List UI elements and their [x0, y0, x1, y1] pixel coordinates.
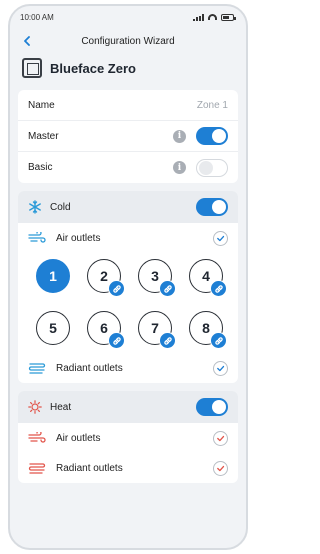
heat-label: Heat — [50, 401, 72, 413]
cold-header: Cold — [18, 191, 238, 223]
zone-grid: 1 2 3 4 5 6 7 8 — [18, 253, 238, 353]
status-icons — [193, 13, 236, 21]
radiant-outlet-icon — [28, 463, 46, 474]
zone-button[interactable]: 3 — [138, 259, 176, 297]
info-icon[interactable]: i — [173, 161, 186, 174]
link-icon — [159, 332, 176, 349]
phone-frame: 10:00 AM Configuration Wizard Blueface Z… — [8, 4, 248, 550]
zone-button[interactable]: 6 — [87, 311, 125, 349]
link-icon — [108, 332, 125, 349]
basic-toggle[interactable] — [196, 158, 228, 177]
basic-row: Basic i — [18, 152, 238, 183]
battery-icon — [221, 13, 236, 21]
status-time: 10:00 AM — [20, 12, 54, 22]
heat-header: Heat — [18, 391, 238, 423]
name-label: Name — [28, 99, 55, 111]
check-icon — [217, 465, 225, 471]
nav-bar: Configuration Wizard — [10, 28, 246, 54]
zone-button[interactable]: 2 — [87, 259, 125, 297]
master-toggle[interactable] — [196, 127, 228, 145]
page-title: Configuration Wizard — [81, 35, 175, 47]
radiant-outlet-icon — [28, 363, 46, 374]
air-outlet-icon — [28, 432, 46, 443]
cold-radiant-check[interactable] — [213, 360, 228, 376]
heat-radiant-outlets-row[interactable]: Radiant outlets — [18, 453, 238, 483]
check-icon — [217, 235, 225, 241]
back-button[interactable] — [18, 32, 36, 50]
signal-icon — [193, 13, 204, 21]
zone-button[interactable]: 1 — [36, 259, 70, 293]
device-icon — [22, 58, 42, 78]
heat-toggle[interactable] — [196, 398, 228, 416]
cold-air-check[interactable] — [213, 230, 228, 246]
cold-toggle[interactable] — [196, 198, 228, 216]
device-name: Blueface Zero — [50, 60, 136, 76]
snowflake-icon — [29, 200, 41, 214]
air-outlets-label: Air outlets — [56, 232, 101, 244]
air-outlet-icon — [28, 232, 46, 243]
heat-air-check[interactable] — [213, 430, 228, 446]
master-label: Master — [28, 130, 59, 142]
heat-air-outlets-row[interactable]: Air outlets — [18, 423, 238, 453]
zone-button[interactable]: 7 — [138, 311, 176, 349]
name-value: Zone 1 — [196, 99, 228, 111]
settings-card: Name Zone 1 Master i Basic i — [18, 90, 238, 183]
link-icon — [159, 280, 176, 297]
zone-button[interactable]: 5 — [36, 311, 70, 345]
cold-radiant-outlets-row[interactable]: Radiant outlets — [18, 353, 238, 383]
check-icon — [217, 435, 225, 441]
link-icon — [210, 332, 227, 349]
back-chevron-icon — [24, 36, 30, 46]
zone-button[interactable]: 8 — [189, 311, 227, 349]
cold-card: Cold Air outlets 1 2 3 4 5 6 7 8 Radiant… — [18, 191, 238, 383]
sun-icon — [28, 400, 42, 414]
wifi-icon — [208, 14, 217, 20]
check-icon — [217, 365, 225, 371]
status-bar: 10:00 AM — [10, 6, 246, 28]
link-icon — [210, 280, 227, 297]
master-row: Master i — [18, 121, 238, 152]
heat-radiant-check[interactable] — [213, 460, 228, 476]
info-icon[interactable]: i — [173, 129, 186, 143]
heat-card: Heat Air outlets Radiant outlets — [18, 391, 238, 483]
radiant-outlets-label: Radiant outlets — [56, 462, 123, 474]
link-icon — [108, 280, 125, 297]
name-row[interactable]: Name Zone 1 — [18, 90, 238, 121]
cold-air-outlets-row[interactable]: Air outlets — [18, 223, 238, 253]
basic-label: Basic — [28, 162, 53, 173]
radiant-outlets-label: Radiant outlets — [56, 362, 123, 374]
zone-button[interactable]: 4 — [189, 259, 227, 297]
air-outlets-label: Air outlets — [56, 432, 101, 444]
cold-label: Cold — [50, 201, 71, 213]
device-header: Blueface Zero — [10, 54, 246, 82]
